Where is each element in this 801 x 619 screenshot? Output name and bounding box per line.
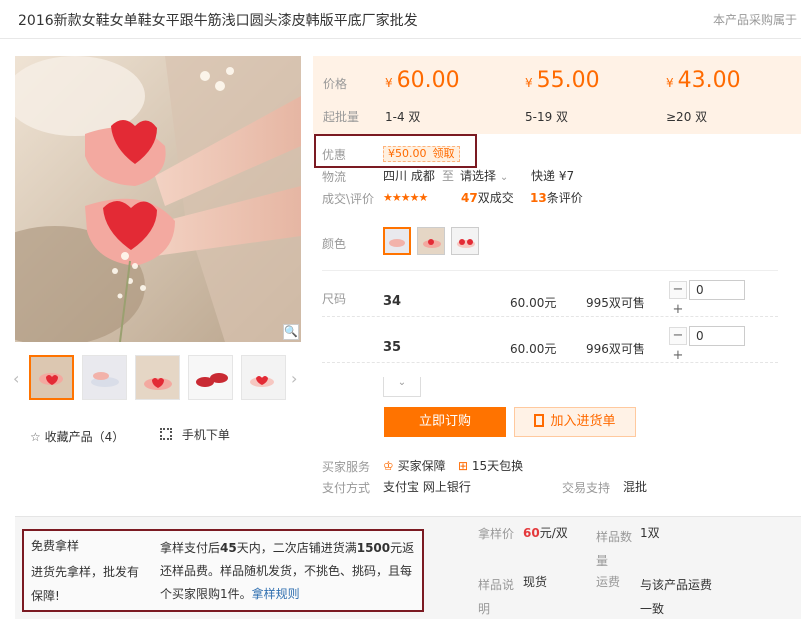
size-stock: 996双可售 xyxy=(586,342,645,356)
thumbnail-2[interactable] xyxy=(82,355,127,400)
size-value: 34 xyxy=(383,294,402,309)
minus-button[interactable]: − xyxy=(669,281,687,299)
mobile-order-label: 手机下单 xyxy=(181,428,230,442)
sample-ship-value: 与该产品运费一致 xyxy=(640,578,713,616)
service-label: 买家服务 xyxy=(322,460,371,474)
shoes-photo xyxy=(15,56,301,342)
color-option-2[interactable] xyxy=(417,227,445,255)
chevron-down-icon[interactable]: ⌄ xyxy=(383,377,421,397)
logistics-label: 物流 xyxy=(322,170,347,184)
deals-count[interactable]: 47双成交 xyxy=(461,189,514,206)
size-row: 34 60.00元 995双可售 − 0 + xyxy=(322,271,778,317)
logistics-origin: 四川 成都 xyxy=(383,169,435,183)
star-outline-icon: ☆ xyxy=(30,430,41,444)
thumbnail-3[interactable] xyxy=(135,355,180,400)
clipboard-icon xyxy=(534,414,545,427)
size-value: 35 xyxy=(383,340,402,355)
sample-desc-value: 现货 xyxy=(523,575,548,589)
promo-label: 优惠 xyxy=(322,148,347,162)
quantity-stepper: − 0 + xyxy=(669,280,745,320)
buyer-guarantee[interactable]: ♔ 买家保障 xyxy=(383,457,446,474)
qty-tier-3: ≥20 双 xyxy=(666,110,708,124)
qty-tier-1: 1-4 双 xyxy=(385,110,421,124)
size-price: 60.00元 xyxy=(510,296,557,310)
favorite-label: 收藏产品（4） xyxy=(44,430,125,444)
color-option-1[interactable] xyxy=(383,227,411,255)
coupon-amount: ¥50.00 xyxy=(388,147,427,160)
rating-stars: ★★★★★ xyxy=(383,191,428,204)
shield-icon: ♔ xyxy=(383,459,394,473)
thumbnail-4[interactable] xyxy=(188,355,233,400)
qrcode-icon xyxy=(160,428,172,440)
payment-label: 支付方式 xyxy=(322,481,371,495)
price-tier-2: ¥55.00 xyxy=(525,68,600,93)
sample-price-label: 拿样价 xyxy=(478,527,515,541)
price-tier-1: ¥60.00 xyxy=(385,68,460,93)
main-product-image[interactable]: 🔍 xyxy=(15,56,301,342)
add-to-cart-label: 加入进货单 xyxy=(550,414,616,429)
add-to-cart-button[interactable]: 加入进货单 xyxy=(514,407,636,437)
chevron-right-icon[interactable]: › xyxy=(291,369,297,388)
coupon-claim[interactable]: 领取 xyxy=(433,147,455,160)
destination-select[interactable]: 请选择 ⌄ xyxy=(460,167,508,184)
free-exchange[interactable]: ⊞ 15天包换 xyxy=(458,457,523,474)
sample-desc-label: 样品说明 xyxy=(478,578,515,616)
reviews-count[interactable]: 13条评价 xyxy=(530,189,583,206)
size-price: 60.00元 xyxy=(510,342,557,356)
quantity-input[interactable]: 0 xyxy=(689,280,745,300)
color-label: 颜色 xyxy=(322,237,347,251)
logistics-to: 至 xyxy=(442,169,455,183)
size-row: − 0 xyxy=(322,363,778,370)
sample-qty-label: 样品数量 xyxy=(596,530,633,568)
sample-title: 免费拿样 xyxy=(31,539,80,553)
order-now-button[interactable]: 立即订购 xyxy=(384,407,506,437)
trade-support-label: 交易支持 xyxy=(562,481,611,495)
chevron-down-icon: ⌄ xyxy=(499,172,509,183)
chevron-left-icon[interactable]: ‹ xyxy=(13,369,19,388)
price-tier-3: ¥43.00 xyxy=(666,68,741,93)
sample-price: 60元/双 xyxy=(523,526,568,540)
sample-qty: 1双 xyxy=(640,526,660,540)
sample-ship-label: 运费 xyxy=(596,575,621,589)
price-panel: 价格 起批量 ¥60.00 1-4 双 ¥55.00 5-19 双 ¥43.00… xyxy=(313,56,801,134)
express-fee: 快递 ¥7 xyxy=(531,169,575,183)
mobile-order[interactable]: 手机下单 xyxy=(160,426,230,443)
qty-tier-2: 5-19 双 xyxy=(525,110,569,124)
thumbnail-5[interactable] xyxy=(241,355,286,400)
minus-button[interactable]: − xyxy=(669,327,687,345)
payment-methods: 支付宝 网上银行 xyxy=(383,480,471,494)
sample-rule-link[interactable]: 拿样规则 xyxy=(252,587,300,601)
product-title: 2016新款女鞋女单鞋女平跟牛筋浅口圆头漆皮韩版平底厂家批发 xyxy=(18,13,418,29)
trade-support-value: 混批 xyxy=(623,480,648,494)
purchase-notice: 本产品采购属于 xyxy=(713,13,798,27)
thumbnail-strip: ‹ › xyxy=(13,355,303,403)
favorite-product[interactable]: ☆ 收藏产品（4） xyxy=(30,428,124,445)
size-row: 35 60.00元 996双可售 − 0 + xyxy=(322,317,778,363)
price-label: 价格 xyxy=(323,77,348,91)
size-stock: 995双可售 xyxy=(586,296,645,310)
quantity-input[interactable]: 0 xyxy=(689,326,745,346)
thumbnail-1[interactable] xyxy=(29,355,74,400)
magnifier-icon[interactable]: 🔍 xyxy=(283,324,299,340)
size-table: 34 60.00元 995双可售 − 0 + 35 60.00元 996双可售 … xyxy=(322,270,778,370)
quantity-stepper: − 0 + xyxy=(669,326,745,366)
deals-label: 成交\评价 xyxy=(322,192,375,206)
coupon-badge[interactable]: ¥50.00 领取 xyxy=(383,146,460,162)
sample-desc: 进货先拿样，批发有保障! xyxy=(31,565,140,603)
sample-rule: 拿样支付后45天内，二次店铺进货满1500元返还样品费。样品随机发货，不挑色、挑… xyxy=(160,541,415,601)
exchange-icon: ⊞ xyxy=(458,459,469,473)
color-option-3[interactable] xyxy=(451,227,479,255)
title-divider xyxy=(0,38,801,39)
moq-label: 起批量 xyxy=(323,110,360,124)
